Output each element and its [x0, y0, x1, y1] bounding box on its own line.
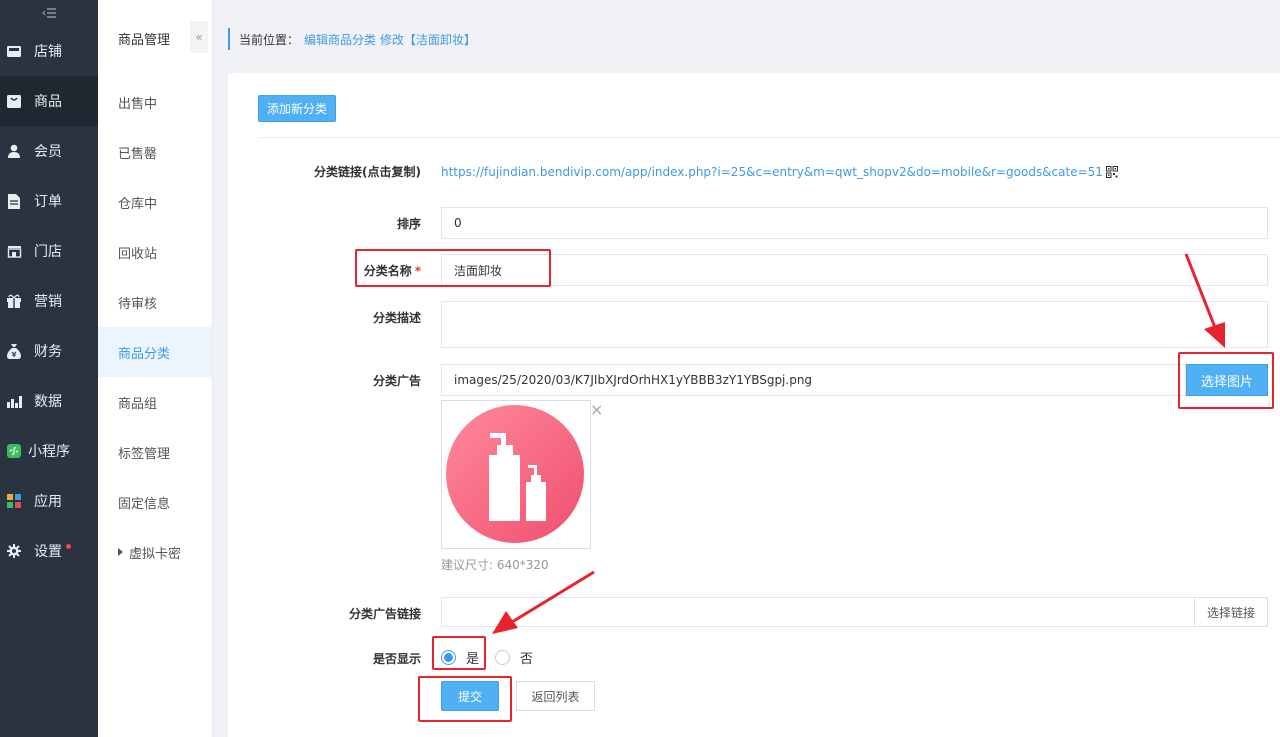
submenu-item-label: 虚拟卡密 [129, 546, 182, 562]
notification-dot [66, 544, 71, 549]
submenu-item-pending[interactable]: 待审核 [98, 277, 212, 327]
gift-icon [6, 293, 22, 309]
main-panel: 添加新分类 分类链接(点击复制) https://fujindian.bendi… [228, 73, 1280, 737]
sidebar-item-order[interactable]: 订单 [0, 176, 98, 226]
show-no-radio[interactable]: 否 [495, 648, 533, 667]
breadcrumb-label: 当前位置： [239, 32, 300, 47]
apps-icon [6, 493, 22, 509]
bar-chart-icon [6, 393, 22, 409]
submenu-title: 商品管理 « [98, 0, 212, 77]
sidebar-item-label: 数据 [34, 394, 62, 410]
category-link-label: 分类链接(点击复制) [314, 165, 421, 179]
ad-link-label: 分类广告链接 [348, 607, 421, 621]
sidebar-item-label: 会员 [34, 144, 62, 160]
submenu-item-category[interactable]: 商品分类 [98, 327, 212, 377]
sidebar-item-label: 应用 [34, 494, 62, 510]
double-chevron-left-icon[interactable]: « [190, 21, 208, 53]
document-icon [6, 193, 22, 209]
category-link-url[interactable]: https://fujindian.bendivip.com/app/index… [441, 165, 1103, 179]
submenu-item-virtual-card[interactable]: 虚拟卡密 [98, 527, 212, 577]
category-desc-label: 分类描述 [372, 311, 421, 325]
back-to-list-button[interactable]: 返回列表 [516, 681, 595, 711]
submenu-item-sold-out[interactable]: 已售罄 [98, 127, 212, 177]
annotation-box-choose-image [1178, 352, 1274, 409]
breadcrumb: 当前位置： 编辑商品分类 修改【洁面卸妆】 [228, 28, 476, 50]
ad-link-input[interactable] [441, 597, 1195, 627]
sidebar-item-data[interactable]: 数据 [0, 376, 98, 426]
annotation-box-submit [418, 676, 512, 722]
submenu: 商品管理 « 出售中 已售罄 仓库中 回收站 待审核 商品分类 商品组 标签管理… [98, 0, 213, 737]
gear-icon [6, 543, 22, 559]
show-label: 是否显示 [372, 652, 421, 666]
radio-unchecked-icon [495, 650, 510, 665]
submenu-item-warehouse[interactable]: 仓库中 [98, 177, 212, 227]
sidebar-item-member[interactable]: 会员 [0, 126, 98, 176]
size-hint: 建议尺寸: 640*320 [441, 558, 549, 572]
sort-label: 排序 [396, 217, 421, 231]
sidebar-item-label: 门店 [34, 244, 62, 260]
sidebar-item-label: 商品 [34, 94, 62, 110]
sidebar-item-finance[interactable]: 财务 [0, 326, 98, 376]
qrcode-icon[interactable] [1105, 166, 1118, 178]
sidebar-item-apps[interactable]: 应用 [0, 476, 98, 526]
submenu-item-group[interactable]: 商品组 [98, 377, 212, 427]
caret-right-icon [118, 548, 123, 556]
sidebar-item-label: 店铺 [34, 44, 62, 60]
category-ad-input[interactable]: images/25/2020/03/K7JIbXJrdOrhHX1yYBBB3z… [441, 364, 1186, 396]
submenu-item-tags[interactable]: 标签管理 [98, 427, 212, 477]
sidebar-item-marketing[interactable]: 营销 [0, 276, 98, 326]
ad-thumbnail [441, 400, 591, 549]
submenu-item-on-sale[interactable]: 出售中 [98, 77, 212, 127]
menu-collapse-icon[interactable] [0, 0, 98, 26]
submenu-item-fixed-info[interactable]: 固定信息 [98, 477, 212, 527]
category-link[interactable]: https://fujindian.bendivip.com/app/index… [441, 165, 1118, 179]
shop-icon [6, 243, 22, 259]
sidebar-item-label: 财务 [34, 344, 62, 360]
money-bag-icon [6, 343, 22, 359]
category-ad-label: 分类广告 [372, 374, 421, 388]
store-icon [6, 43, 22, 59]
sidebar-item-label: 设置 [34, 544, 62, 560]
add-category-button[interactable]: 添加新分类 [258, 95, 336, 122]
user-icon [6, 143, 22, 159]
breadcrumb-path[interactable]: 编辑商品分类 修改【洁面卸妆】 [304, 31, 476, 48]
category-desc-textarea[interactable] [441, 301, 1268, 348]
sidebar-item-label: 订单 [34, 194, 62, 210]
divider [258, 137, 1280, 138]
choose-link-button[interactable]: 选择链接 [1194, 597, 1268, 627]
main-sidebar: 店铺 商品 会员 订单 门店 营销 财务 数据 小程序 应用 设置 [0, 0, 98, 737]
annotation-box-show-yes [432, 636, 486, 670]
submenu-item-recycle[interactable]: 回收站 [98, 227, 212, 277]
show-no-label: 否 [520, 652, 534, 667]
annotation-box-name [355, 249, 551, 287]
submenu-title-text: 商品管理 [118, 33, 171, 48]
remove-image-icon[interactable]: × [590, 402, 603, 418]
bag-icon [6, 93, 22, 109]
miniprogram-icon [6, 443, 22, 459]
sidebar-item-label: 营销 [34, 294, 62, 310]
category-name-input[interactable]: 洁面卸妆 [441, 254, 1268, 286]
sidebar-item-store[interactable]: 店铺 [0, 26, 98, 76]
sidebar-item-label: 小程序 [28, 444, 70, 460]
sort-input[interactable]: 0 [441, 207, 1268, 239]
sidebar-item-goods[interactable]: 商品 [0, 76, 98, 126]
sidebar-item-shop[interactable]: 门店 [0, 226, 98, 276]
sidebar-item-settings[interactable]: 设置 [0, 526, 98, 576]
sidebar-item-miniprogram[interactable]: 小程序 [0, 426, 98, 476]
